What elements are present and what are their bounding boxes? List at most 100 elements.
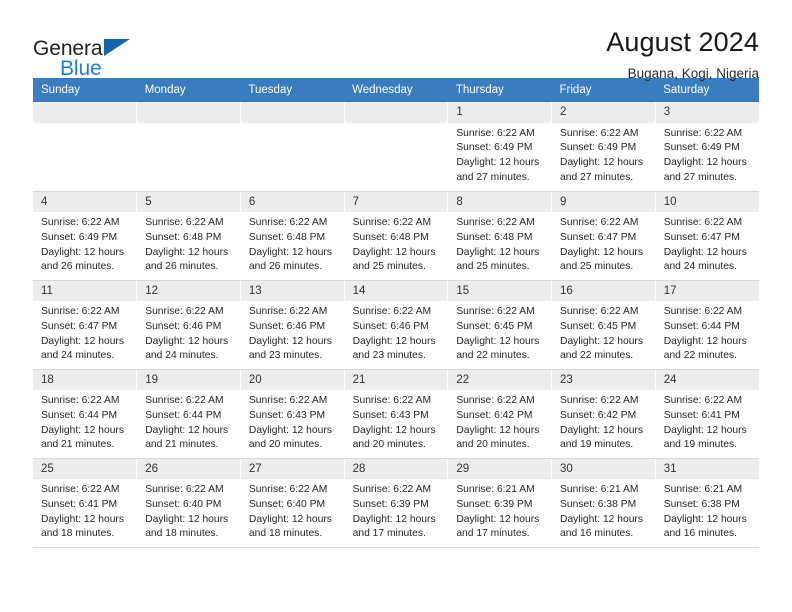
day-number: 2 [552, 102, 655, 123]
sunset-time: Sunset: 6:47 PM [663, 231, 740, 243]
calendar-day-cell[interactable]: 8 Sunrise: 6:22 AM Sunset: 6:48 PM Daylight… [447, 191, 553, 281]
calendar-day-cell[interactable]: 6 Sunrise: 6:22 AM Sunset: 6:48 PM Daylight… [240, 191, 345, 281]
calendar-day-cell[interactable]: 12 Sunrise: 6:22 AM Sunset: 6:46 PM Dayligh… [136, 280, 241, 370]
daylight-duration-line-2: and 25 minutes. [456, 261, 530, 273]
cell-inner [137, 102, 240, 191]
daylight-duration-line-1: Daylight: 12 hours [352, 424, 436, 436]
sunrise-time: Sunrise: 6:22 AM [663, 306, 743, 318]
day-details: Sunrise: 6:22 AM Sunset: 6:47 PM Daylight:… [552, 212, 655, 274]
day-number: 1 [448, 102, 552, 123]
daylight-duration-line-1: Daylight: 12 hours [248, 335, 332, 347]
sunrise-time: Sunrise: 6:22 AM [560, 395, 639, 407]
daylight-duration-line-1: Daylight: 12 hours [248, 424, 332, 436]
calendar-day-cell[interactable]: 1 Sunrise: 6:22 AM Sunset: 6:49 PM Daylight… [447, 102, 553, 192]
daylight-duration-line-1: Daylight: 12 hours [456, 424, 540, 436]
calendar-cell-empty [136, 102, 241, 192]
daylight-duration-line-2: and 16 minutes. [560, 528, 634, 540]
calendar-day-cell[interactable]: 30 Sunrise: 6:21 AM Sunset: 6:38 PM Dayligh… [551, 458, 656, 548]
calendar-table: Sunday Monday Tuesday Wednesday Thursday Frid… [33, 78, 759, 548]
calendar-day-cell[interactable]: 18 Sunrise: 6:22 AM Sunset: 6:44 PM Dayligh… [33, 369, 138, 459]
daylight-duration-line-2: and 24 minutes. [41, 350, 115, 362]
calendar-week-row: 1 Sunrise: 6:22 AM Sunset: 6:49 PM Daylight… [33, 102, 759, 192]
calendar-day-cell[interactable]: 29 Sunrise: 6:21 AM Sunset: 6:39 PM Dayligh… [447, 458, 553, 548]
sunrise-time: Sunrise: 6:22 AM [663, 217, 743, 229]
daylight-duration-line-2: and 19 minutes. [663, 439, 737, 451]
day-number: 14 [344, 280, 448, 302]
weekday-header-wednesday: Wednesday [344, 78, 448, 102]
calendar-day-cell[interactable]: 15 Sunrise: 6:22 AM Sunset: 6:45 PM Dayligh… [447, 280, 553, 370]
sunrise-time: Sunrise: 6:22 AM [456, 127, 535, 139]
calendar-day-cell[interactable]: 21 Sunrise: 6:22 AM Sunset: 6:43 PM Dayligh… [344, 369, 449, 459]
calendar-day-cell[interactable]: 19 Sunrise: 6:22 AM Sunset: 6:44 PM Dayligh… [136, 369, 241, 459]
calendar-day-cell[interactable]: 2 Sunrise: 6:22 AM Sunset: 6:49 PM Daylight… [551, 102, 656, 192]
daylight-duration-line-1: Daylight: 12 hours [145, 424, 229, 436]
calendar-week-row: 25 Sunrise: 6:22 AM Sunset: 6:41 PM Dayligh… [33, 458, 759, 548]
calendar-day-cell[interactable]: 31 Sunrise: 6:21 AM Sunset: 6:38 PM Dayligh… [655, 458, 759, 548]
sunset-time: Sunset: 6:43 PM [248, 409, 326, 421]
day-details: Sunrise: 6:22 AM Sunset: 6:46 PM Daylight:… [137, 301, 240, 363]
calendar-day-cell[interactable]: 10 Sunrise: 6:22 AM Sunset: 6:47 PM Dayligh… [655, 191, 759, 281]
calendar-day-cell[interactable]: 22 Sunrise: 6:22 AM Sunset: 6:42 PM Dayligh… [447, 369, 553, 459]
calendar-day-cell[interactable]: 9 Sunrise: 6:22 AM Sunset: 6:47 PM Daylight… [551, 191, 656, 281]
calendar-day-cell[interactable]: 17 Sunrise: 6:22 AM Sunset: 6:44 PM Dayligh… [655, 280, 759, 370]
daylight-duration-line-1: Daylight: 12 hours [41, 424, 124, 436]
daylight-duration-line-2: and 21 minutes. [145, 439, 219, 451]
daylight-duration-line-1: Daylight: 12 hours [248, 246, 332, 258]
daylight-duration-line-1: Daylight: 12 hours [560, 246, 644, 258]
sunset-time: Sunset: 6:49 PM [456, 142, 533, 154]
calendar-day-cell[interactable]: 28 Sunrise: 6:22 AM Sunset: 6:39 PM Dayligh… [344, 458, 449, 548]
calendar-day-cell[interactable]: 27 Sunrise: 6:22 AM Sunset: 6:40 PM Dayligh… [240, 458, 345, 548]
sunset-time: Sunset: 6:41 PM [41, 498, 118, 510]
calendar-day-cell[interactable]: 7 Sunrise: 6:22 AM Sunset: 6:48 PM Daylight… [344, 191, 449, 281]
sunset-time: Sunset: 6:39 PM [456, 498, 533, 510]
cell-inner: 9 Sunrise: 6:22 AM Sunset: 6:47 PM Daylight… [552, 191, 655, 280]
calendar-day-cell[interactable]: 26 Sunrise: 6:22 AM Sunset: 6:40 PM Dayligh… [136, 458, 241, 548]
calendar-day-cell[interactable]: 14 Sunrise: 6:22 AM Sunset: 6:46 PM Dayligh… [344, 280, 449, 370]
daylight-duration-line-1: Daylight: 12 hours [456, 335, 540, 347]
calendar-day-cell[interactable]: 11 Sunrise: 6:22 AM Sunset: 6:47 PM Dayligh… [33, 280, 138, 370]
daylight-duration-line-2: and 21 minutes. [41, 439, 115, 451]
weekday-header-thursday: Thursday [447, 78, 552, 102]
sunset-time: Sunset: 6:49 PM [560, 142, 637, 154]
day-details: Sunrise: 6:22 AM Sunset: 6:49 PM Daylight:… [33, 212, 136, 274]
sunrise-time: Sunrise: 6:22 AM [663, 127, 743, 139]
daylight-duration-line-2: and 23 minutes. [352, 350, 426, 362]
calendar-day-cell[interactable]: 25 Sunrise: 6:22 AM Sunset: 6:41 PM Dayligh… [33, 458, 138, 548]
day-details: Sunrise: 6:22 AM Sunset: 6:41 PM Daylight:… [656, 390, 759, 452]
daylight-duration-line-2: and 24 minutes. [663, 261, 737, 273]
day-details: Sunrise: 6:22 AM Sunset: 6:47 PM Daylight:… [33, 301, 136, 363]
daylight-duration-line-1: Daylight: 12 hours [663, 335, 747, 347]
cell-inner: 8 Sunrise: 6:22 AM Sunset: 6:48 PM Daylight… [448, 191, 552, 280]
sunset-time: Sunset: 6:48 PM [352, 231, 429, 243]
general-blue-logo[interactable]: General Blue [33, 26, 153, 79]
sunrise-time: Sunrise: 6:22 AM [145, 395, 224, 407]
day-number: 16 [552, 280, 655, 302]
daylight-duration-line-1: Daylight: 12 hours [456, 513, 540, 525]
calendar-day-cell[interactable]: 4 Sunrise: 6:22 AM Sunset: 6:49 PM Daylight… [33, 191, 138, 281]
cell-inner: 12 Sunrise: 6:22 AM Sunset: 6:46 PM Dayligh… [137, 280, 240, 369]
daylight-duration-line-2: and 27 minutes. [560, 171, 634, 183]
daylight-duration-line-1: Daylight: 12 hours [663, 513, 747, 525]
triangle-flag-icon [104, 39, 130, 56]
cell-inner: 3 Sunrise: 6:22 AM Sunset: 6:49 PM Daylight… [655, 102, 759, 191]
sunrise-time: Sunrise: 6:22 AM [145, 484, 224, 496]
sunrise-time: Sunrise: 6:22 AM [456, 217, 535, 229]
cell-inner: 31 Sunrise: 6:21 AM Sunset: 6:38 PM Dayligh… [655, 458, 759, 547]
sunset-time: Sunset: 6:43 PM [352, 409, 429, 421]
day-details: Sunrise: 6:22 AM Sunset: 6:49 PM Daylight:… [448, 123, 551, 185]
calendar-day-cell[interactable]: 23 Sunrise: 6:22 AM Sunset: 6:42 PM Dayligh… [551, 369, 656, 459]
calendar-day-cell[interactable]: 24 Sunrise: 6:22 AM Sunset: 6:41 PM Dayligh… [655, 369, 759, 459]
cell-inner: 5 Sunrise: 6:22 AM Sunset: 6:48 PM Daylight… [137, 191, 240, 280]
calendar-day-cell[interactable]: 3 Sunrise: 6:22 AM Sunset: 6:49 PM Daylight… [655, 102, 759, 192]
daylight-duration-line-2: and 22 minutes. [560, 350, 634, 362]
day-number: 10 [655, 191, 759, 213]
calendar-day-cell[interactable]: 5 Sunrise: 6:22 AM Sunset: 6:48 PM Daylight… [136, 191, 241, 281]
day-details: Sunrise: 6:22 AM Sunset: 6:43 PM Daylight:… [345, 390, 448, 452]
calendar-day-cell[interactable]: 16 Sunrise: 6:22 AM Sunset: 6:45 PM Dayligh… [551, 280, 656, 370]
page-title: August 2024 [606, 27, 759, 57]
daylight-duration-line-1: Daylight: 12 hours [41, 513, 124, 525]
day-number: 21 [344, 369, 448, 391]
calendar-day-cell[interactable]: 13 Sunrise: 6:22 AM Sunset: 6:46 PM Dayligh… [240, 280, 345, 370]
daylight-duration-line-2: and 25 minutes. [560, 261, 634, 273]
calendar-day-cell[interactable]: 20 Sunrise: 6:22 AM Sunset: 6:43 PM Dayligh… [240, 369, 345, 459]
